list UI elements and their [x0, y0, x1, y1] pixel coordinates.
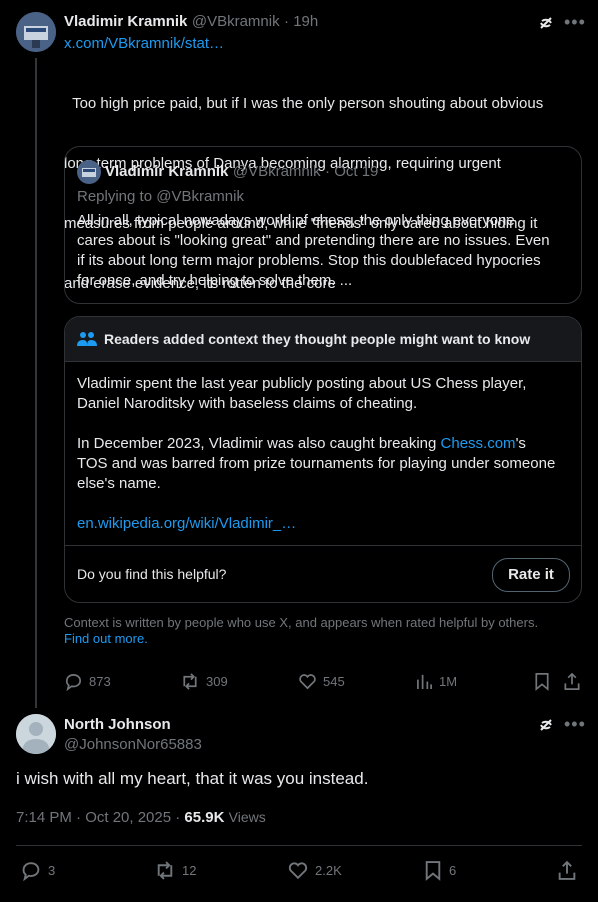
grok-icon[interactable]	[536, 13, 556, 38]
quote-text-line: cares about is "looking great" and prete…	[77, 232, 550, 249]
reply-action[interactable]: 873	[64, 672, 111, 691]
author-name[interactable]: Vladimir Kramnik	[64, 13, 187, 30]
bookmark-count: 6	[449, 863, 457, 878]
note-line: TOS and was barred from prize tournament…	[77, 455, 556, 472]
avatar-north-johnson[interactable]	[16, 714, 56, 754]
repost-icon	[183, 673, 197, 690]
bookmark-action[interactable]: 6	[423, 860, 456, 881]
thread-line	[35, 58, 37, 708]
context-text: Context is written by people who use X, …	[64, 615, 539, 630]
views-icon	[417, 674, 432, 690]
reply-icon	[65, 674, 82, 691]
community-note-header: Readers added context they thought peopl…	[65, 317, 581, 362]
reply-meta: 7:14 PM · Oct 20, 2025 · 65.9K Views	[16, 809, 266, 826]
share-action[interactable]	[563, 672, 581, 691]
note-line: Vladimir spent the last year publicly po…	[77, 375, 527, 392]
rate-it-button[interactable]: Rate it	[492, 558, 570, 592]
note-text: In December 2023, Vladimir was also caug…	[77, 435, 441, 452]
views-count: 1M	[439, 674, 458, 689]
repost-action[interactable]: 12	[154, 860, 196, 881]
post-link[interactable]: x.com/VBkramnik/stat…	[64, 34, 224, 54]
quote-text: All in all, typical nowadays world of ch…	[77, 211, 550, 291]
reply-text: i wish with all my heart, that it was yo…	[16, 769, 369, 788]
source-link[interactable]: en.wikipedia.org/wiki/Vladimir_…	[77, 514, 555, 534]
reply-action[interactable]: 3	[20, 860, 55, 881]
context-disclaimer: Context is written by people who use X, …	[64, 615, 538, 647]
note-text: 's	[515, 435, 526, 452]
post-text-line: Too high price paid, but if I was the on…	[64, 95, 544, 112]
community-note-footer: Do you find this helpful? Rate it	[65, 545, 581, 602]
reply-timestamp[interactable]: 7:14 PM · Oct 20, 2025 ·	[16, 809, 184, 826]
share-icon	[564, 672, 580, 690]
post-header: Vladimir Kramnik @VBkramnik · 19h	[64, 13, 318, 31]
post-time[interactable]: · 19h	[284, 13, 318, 30]
share-icon	[558, 860, 576, 880]
community-note-body: Vladimir spent the last year publicly po…	[77, 374, 555, 534]
quote-handle: @VBkramnik	[232, 163, 321, 180]
quote-time: · Oct 19	[325, 163, 379, 180]
quote-text-line: if its about long term major problems. S…	[77, 252, 541, 269]
avatar-kramnik[interactable]	[16, 12, 56, 52]
quote-replying: Replying to @VBkramnik	[77, 188, 244, 205]
like-icon	[299, 674, 316, 690]
like-count: 545	[323, 674, 345, 689]
quoted-post[interactable]: Vladimir Kramnik @VBkramnik · Oct 19 Rep…	[64, 146, 582, 304]
community-note-title: Readers added context they thought peopl…	[104, 331, 531, 347]
like-count: 2.2K	[315, 863, 342, 878]
repost-icon	[157, 861, 173, 880]
community-notes-icon	[77, 330, 97, 353]
like-icon	[288, 862, 308, 880]
grok-icon[interactable]	[536, 715, 556, 740]
quote-author-name: Vladimir Kramnik	[105, 163, 229, 180]
reply-author-name[interactable]: North Johnson	[64, 716, 171, 733]
note-line: Daniel Naroditsky with baseless claims o…	[77, 395, 418, 412]
views-action[interactable]: 1M	[416, 672, 457, 691]
repost-action[interactable]: 309	[180, 672, 228, 691]
note-line: else's name.	[77, 475, 161, 492]
reply-views-count: 65.9K	[184, 809, 225, 826]
quote-avatar	[77, 160, 101, 184]
share-action[interactable]	[557, 860, 577, 881]
bookmark-icon	[425, 861, 441, 881]
like-action[interactable]: 2.2K	[287, 860, 342, 881]
like-action[interactable]: 545	[298, 672, 345, 691]
divider	[16, 845, 582, 846]
more-icon[interactable]: •••	[564, 714, 586, 735]
repost-count: 309	[206, 674, 228, 689]
reply-views-label: Views	[228, 809, 266, 825]
quote-text-line: All in all, typical nowadays world of ch…	[77, 212, 515, 229]
more-icon[interactable]: •••	[564, 12, 586, 33]
chess-com-link[interactable]: Chess.com	[441, 435, 516, 452]
reply-author-handle[interactable]: @JohnsonNor65883	[64, 735, 202, 755]
note-line: In December 2023, Vladimir was also caug…	[77, 434, 555, 454]
bookmark-action[interactable]	[533, 672, 551, 691]
bookmark-icon	[535, 673, 549, 691]
repost-count: 12	[182, 863, 197, 878]
reply-count: 3	[48, 863, 56, 878]
quote-text-line: for once, and try helping to solve them.…	[77, 272, 353, 289]
quote-header: Vladimir Kramnik @VBkramnik · Oct 19	[105, 163, 378, 181]
author-handle[interactable]: @VBkramnik	[192, 13, 280, 30]
community-note: Readers added context they thought peopl…	[64, 316, 582, 603]
reply-count: 873	[89, 674, 111, 689]
reply-icon	[22, 862, 40, 881]
find-out-more-link[interactable]: Find out more.	[64, 631, 538, 647]
helpful-question: Do you find this helpful?	[77, 566, 227, 582]
